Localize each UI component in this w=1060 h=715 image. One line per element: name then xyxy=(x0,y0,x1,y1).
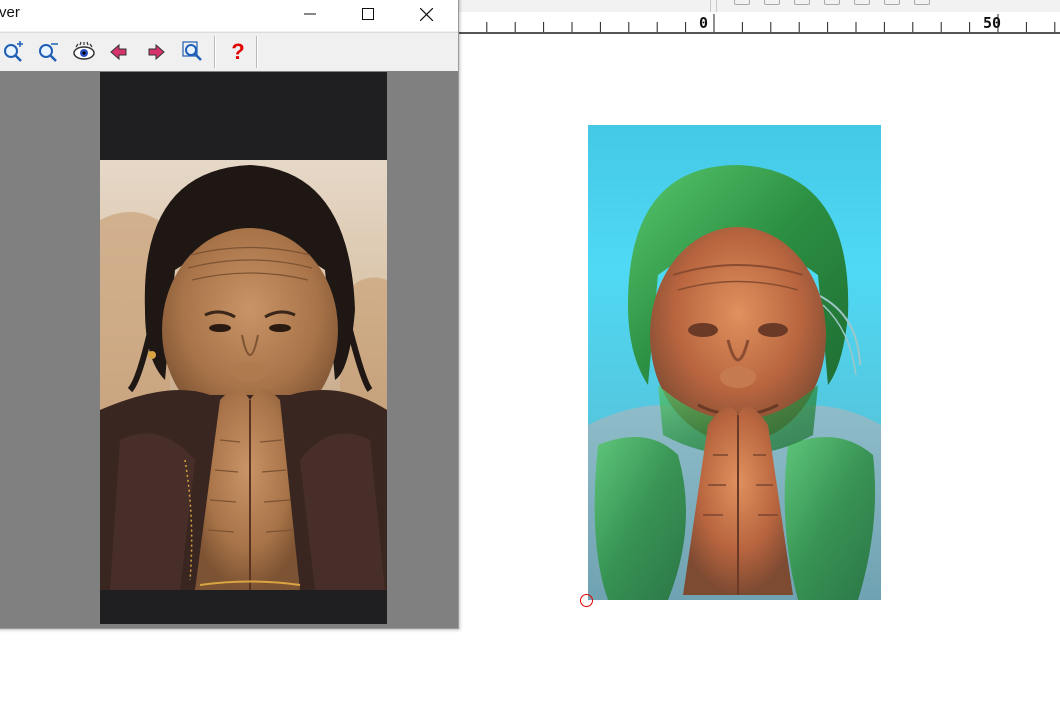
zoom-out-button[interactable] xyxy=(34,38,62,66)
next-arrow-icon xyxy=(148,43,165,61)
toolbar-separator xyxy=(716,0,717,12)
toolbar-separator-highlight xyxy=(257,36,258,68)
zoom-fit-icon xyxy=(182,41,202,61)
previous-arrow-icon xyxy=(110,43,127,61)
close-icon xyxy=(419,7,433,21)
tool-icon[interactable] xyxy=(914,0,930,5)
minimize-button[interactable] xyxy=(281,0,339,31)
toolbar-separator-highlight xyxy=(215,36,216,68)
minimize-icon xyxy=(304,13,316,15)
relief-render-preview[interactable] xyxy=(588,125,881,600)
image-viewer-window[interactable]: ver ? xyxy=(0,0,459,629)
origin-marker[interactable] xyxy=(580,594,593,607)
maximize-icon xyxy=(362,8,374,20)
portrait-photo-image xyxy=(100,165,387,590)
zoom-out-icon xyxy=(39,43,58,62)
ruler-label-0: 0 xyxy=(699,14,709,32)
help-icon: ? xyxy=(231,39,245,64)
tool-icon[interactable] xyxy=(734,0,750,5)
ruler-ticks xyxy=(457,14,1056,32)
close-button[interactable] xyxy=(397,0,455,31)
tool-icon[interactable] xyxy=(824,0,840,5)
viewer-title-bar[interactable]: ver xyxy=(0,0,458,31)
help-button[interactable]: ? xyxy=(224,38,252,66)
zoom-in-icon xyxy=(4,41,23,62)
source-photo xyxy=(100,160,387,590)
tool-icon[interactable] xyxy=(794,0,810,5)
tool-icon[interactable] xyxy=(764,0,780,5)
next-button[interactable] xyxy=(142,38,170,66)
partial-toolbar-icons[interactable] xyxy=(734,0,930,5)
photo-frame xyxy=(100,72,387,624)
tool-icon[interactable] xyxy=(884,0,900,5)
tool-icon[interactable] xyxy=(854,0,870,5)
previous-button[interactable] xyxy=(105,38,133,66)
view-button[interactable] xyxy=(70,38,98,66)
viewer-toolbar: ? xyxy=(0,32,458,72)
eye-icon xyxy=(73,41,95,60)
relief-portrait-image xyxy=(588,165,881,600)
toolbar-separator xyxy=(710,0,711,12)
horizontal-ruler[interactable]: 0 50 xyxy=(456,12,1060,34)
ruler-label-50: 50 xyxy=(983,14,1002,32)
viewer-image-area[interactable] xyxy=(0,71,458,628)
zoom-in-button[interactable] xyxy=(0,38,27,66)
maximize-button[interactable] xyxy=(339,0,397,31)
window-title: ver xyxy=(0,4,20,21)
zoom-fit-button[interactable] xyxy=(179,38,207,66)
